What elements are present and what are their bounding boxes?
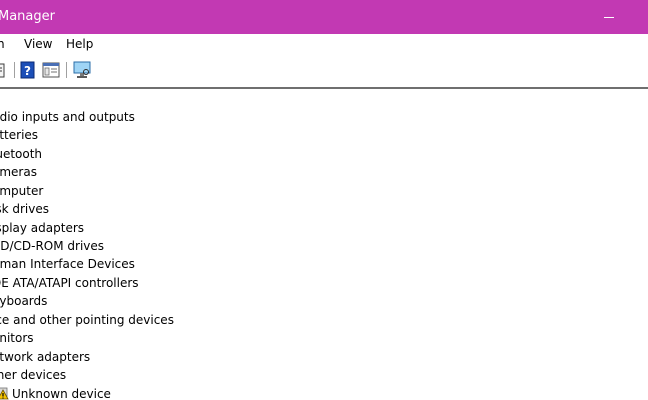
tree-item-dvd-drives[interactable]: VD/CD-ROM drives xyxy=(0,237,104,255)
tree-item-display-adapters[interactable]: isplay adapters xyxy=(0,219,84,237)
window-title: Manager xyxy=(0,9,55,24)
help-button[interactable]: ? xyxy=(20,61,36,79)
svg-text:?: ? xyxy=(24,64,31,78)
tree-item-other-devices[interactable]: ther devices xyxy=(0,366,66,384)
warning-device-icon xyxy=(0,387,9,400)
view-icon xyxy=(42,62,60,78)
tree-item-computer[interactable]: omputer xyxy=(0,182,43,200)
minimize-icon xyxy=(604,17,614,18)
properties-button[interactable] xyxy=(0,61,6,79)
help-icon: ? xyxy=(20,61,35,79)
scan-hardware-button[interactable] xyxy=(72,61,92,79)
tree-item-ide-controllers[interactable]: DE ATA/ATAPI controllers xyxy=(0,274,139,292)
toolbar: ? xyxy=(0,57,648,83)
tree-item-mice[interactable]: ice and other pointing devices xyxy=(0,311,174,329)
minimize-button[interactable] xyxy=(596,0,622,34)
tree-item-cameras[interactable]: ameras xyxy=(0,163,37,181)
tree-item-hid[interactable]: uman Interface Devices xyxy=(0,255,135,273)
menu-view[interactable]: View xyxy=(24,37,52,52)
tree-item-bluetooth[interactable]: luetooth xyxy=(0,145,42,163)
title-bar[interactable]: Manager xyxy=(0,0,648,34)
toolbar-separator xyxy=(66,62,67,78)
menu-action[interactable]: n xyxy=(0,37,5,52)
scan-hardware-icon xyxy=(73,61,91,78)
device-manager-window: Manager n View Help ? udio inputs and ou… xyxy=(0,0,648,400)
tree-item-disk-drives[interactable]: isk drives xyxy=(0,200,49,218)
tree-item-network-adapters[interactable]: etwork adapters xyxy=(0,348,90,366)
device-tree: udio inputs and outputs atteries luetoot… xyxy=(0,89,648,400)
tree-item-audio[interactable]: udio inputs and outputs xyxy=(0,108,135,126)
menu-bar: n View Help xyxy=(0,34,648,55)
view-button[interactable] xyxy=(42,61,60,79)
menu-help[interactable]: Help xyxy=(66,37,93,52)
tree-item-monitors[interactable]: onitors xyxy=(0,329,34,347)
properties-icon xyxy=(0,63,5,78)
tree-item-batteries[interactable]: atteries xyxy=(0,126,38,144)
toolbar-separator xyxy=(14,62,15,78)
tree-item-keyboards[interactable]: eyboards xyxy=(0,292,47,310)
tree-item-label: Unknown device xyxy=(12,387,111,400)
tree-item-unknown-device[interactable]: Unknown device xyxy=(0,385,120,400)
